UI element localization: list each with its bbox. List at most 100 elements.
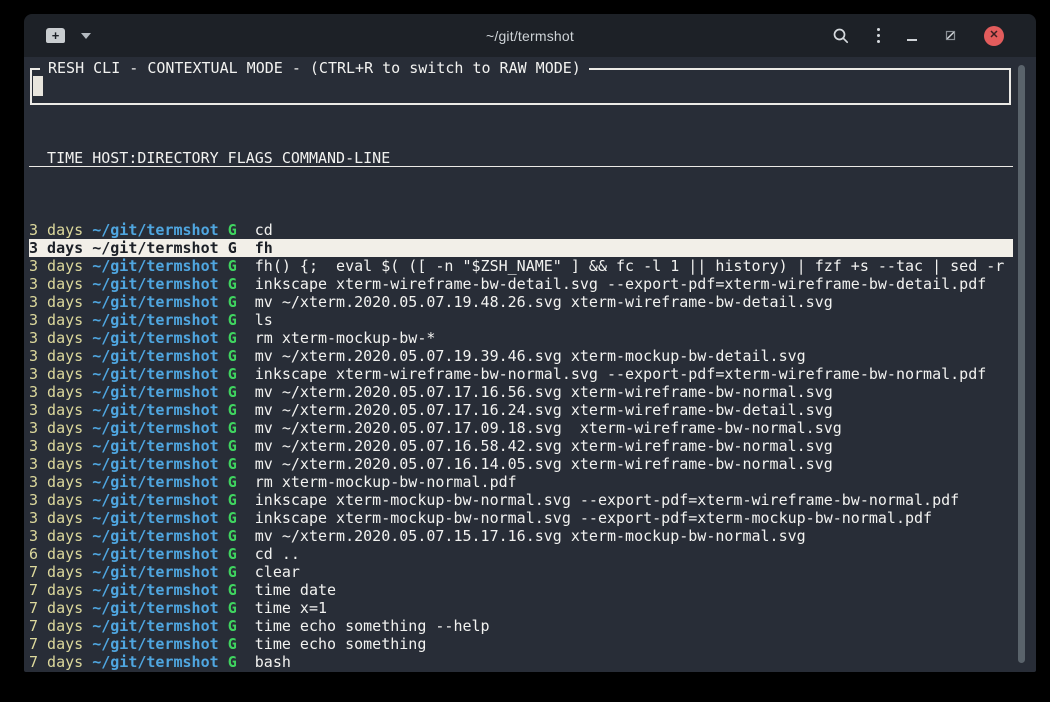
history-host-directory: ~/git/termshot	[92, 293, 218, 311]
history-time: 3 days	[29, 437, 83, 455]
history-row[interactable]: 7 days ~/git/termshot G time date	[29, 581, 1013, 599]
search-icon[interactable]	[832, 27, 850, 45]
spacer	[219, 653, 228, 671]
history-row[interactable]: 7 days ~/git/termshot G clear	[29, 563, 1013, 581]
history-row[interactable]: 3 days ~/git/termshot G rm xterm-mockup-…	[29, 329, 1013, 347]
history-row[interactable]: 3 days ~/git/termshot G mv ~/xterm.2020.…	[29, 455, 1013, 473]
history-host-directory: ~/git/termshot	[92, 383, 218, 401]
spacer	[219, 293, 228, 311]
history-command: rm xterm-mockup-bw-normal.pdf	[255, 473, 517, 491]
history-row[interactable]: 7 days ~/git/termshot G time x=1	[29, 599, 1013, 617]
history-host-directory: ~/git/termshot	[92, 563, 218, 581]
spacer	[219, 275, 228, 293]
history-time: 3 days	[29, 455, 83, 473]
history-table-header: TIME HOST:DIRECTORY FLAGS COMMAND-LINE	[29, 149, 1013, 167]
menu-kebab-icon[interactable]	[877, 28, 881, 44]
history-command: mv ~/xterm.2020.05.07.17.09.18.svg xterm…	[255, 419, 842, 437]
spacer	[219, 527, 228, 545]
spacer	[219, 473, 228, 491]
history-command: cd ..	[255, 545, 300, 563]
history-row[interactable]: 3 days ~/git/termshot G inkscape xterm-m…	[29, 491, 1013, 509]
history-row[interactable]: 3 days ~/git/termshot G ls	[29, 311, 1013, 329]
history-time: 7 days	[29, 617, 83, 635]
history-row[interactable]: 3 days ~/git/termshot G inkscape xterm-m…	[29, 509, 1013, 527]
history-row[interactable]: 3 days ~/git/termshot G fh	[29, 239, 1013, 257]
minimize-icon[interactable]	[907, 39, 917, 41]
history-command: mv ~/xterm.2020.05.07.17.16.24.svg xterm…	[255, 401, 833, 419]
spacer	[237, 617, 255, 635]
history-command: mv ~/xterm.2020.05.07.19.39.46.svg xterm…	[255, 347, 806, 365]
scrollbar-thumb[interactable]	[1018, 65, 1025, 663]
spacer	[237, 545, 255, 563]
history-row[interactable]: 7 days ~/git/termshot G mv ~/xterm.2020.…	[29, 671, 1013, 672]
titlebar-right-controls: ✕	[832, 26, 1005, 46]
history-row[interactable]: 3 days ~/git/termshot G mv ~/xterm.2020.…	[29, 437, 1013, 455]
history-flags: G	[228, 257, 237, 275]
spacer	[83, 221, 92, 239]
history-row[interactable]: 3 days ~/git/termshot G mv ~/xterm.2020.…	[29, 347, 1013, 365]
history-row[interactable]: 7 days ~/git/termshot G time echo someth…	[29, 635, 1013, 653]
spacer	[237, 365, 255, 383]
spacer	[83, 311, 92, 329]
resh-search-box[interactable]: RESH CLI - CONTEXTUAL MODE - (CTRL+R to …	[30, 68, 1011, 105]
spacer	[83, 509, 92, 527]
history-time: 3 days	[29, 473, 83, 491]
history-host-directory: ~/git/termshot	[92, 653, 218, 671]
history-host-directory: ~/git/termshot	[92, 617, 218, 635]
spacer	[219, 311, 228, 329]
history-command: inkscape xterm-mockup-bw-normal.svg --ex…	[255, 509, 932, 527]
spacer	[237, 635, 255, 653]
history-command: time echo something --help	[255, 617, 490, 635]
close-icon[interactable]: ✕	[984, 26, 1004, 46]
spacer	[237, 509, 255, 527]
history-flags: G	[228, 221, 237, 239]
titlebar: + ~/git/termshot	[24, 14, 1036, 57]
spacer	[83, 563, 92, 581]
history-row[interactable]: 3 days ~/git/termshot G mv ~/xterm.2020.…	[29, 383, 1013, 401]
history-row[interactable]: 7 days ~/git/termshot G time echo someth…	[29, 617, 1013, 635]
history-row[interactable]: 6 days ~/git/termshot G cd ..	[29, 545, 1013, 563]
history-time: 7 days	[29, 563, 83, 581]
spacer	[219, 347, 228, 365]
history-row[interactable]: 3 days ~/git/termshot G fh() {; eval $( …	[29, 257, 1013, 275]
history-time: 3 days	[29, 383, 83, 401]
history-flags: G	[228, 311, 237, 329]
history-row[interactable]: 3 days ~/git/termshot G inkscape xterm-w…	[29, 275, 1013, 293]
history-row[interactable]: 3 days ~/git/termshot G inkscape xterm-w…	[29, 365, 1013, 383]
history-host-directory: ~/git/termshot	[92, 581, 218, 599]
history-time: 3 days	[29, 365, 83, 383]
history-command: rm xterm-mockup-bw-*	[255, 329, 436, 347]
spacer	[83, 455, 92, 473]
resh-box-title: RESH CLI - CONTEXTUAL MODE - (CTRL+R to …	[40, 59, 589, 77]
history-command: inkscape xterm-mockup-bw-normal.svg --ex…	[255, 491, 959, 509]
history-flags: G	[228, 617, 237, 635]
history-time: 7 days	[29, 635, 83, 653]
history-host-directory: ~/git/termshot	[92, 365, 218, 383]
spacer	[83, 365, 92, 383]
spacer	[219, 383, 228, 401]
history-host-directory: ~/git/termshot	[92, 221, 218, 239]
history-row[interactable]: 3 days ~/git/termshot G cd	[29, 221, 1013, 239]
history-time: 6 days	[29, 545, 83, 563]
history-row[interactable]: 3 days ~/git/termshot G mv ~/xterm.2020.…	[29, 419, 1013, 437]
spacer	[83, 329, 92, 347]
spacer	[219, 617, 228, 635]
history-row[interactable]: 3 days ~/git/termshot G mv ~/xterm.2020.…	[29, 401, 1013, 419]
history-row[interactable]: 3 days ~/git/termshot G mv ~/xterm.2020.…	[29, 293, 1013, 311]
spacer	[219, 239, 228, 257]
spacer	[237, 401, 255, 419]
history-row[interactable]: 3 days ~/git/termshot G mv ~/xterm.2020.…	[29, 527, 1013, 545]
history-panel: TIME HOST:DIRECTORY FLAGS COMMAND-LINE 3…	[29, 113, 1013, 672]
new-tab-button[interactable]: +	[46, 28, 65, 43]
tabs-dropdown-icon[interactable]	[81, 33, 91, 39]
spacer	[237, 293, 255, 311]
history-command: clear	[255, 563, 300, 581]
history-row[interactable]: 7 days ~/git/termshot G bash	[29, 653, 1013, 671]
history-command: inkscape xterm-wireframe-bw-detail.svg -…	[255, 275, 987, 293]
history-row[interactable]: 3 days ~/git/termshot G rm xterm-mockup-…	[29, 473, 1013, 491]
history-command: mv ~/xterm.2020.05.07.16.14.05.svg xterm…	[255, 455, 833, 473]
spacer	[83, 545, 92, 563]
restore-icon[interactable]	[944, 29, 957, 42]
history-time: 3 days	[29, 311, 83, 329]
history-host-directory: ~/git/termshot	[92, 635, 218, 653]
